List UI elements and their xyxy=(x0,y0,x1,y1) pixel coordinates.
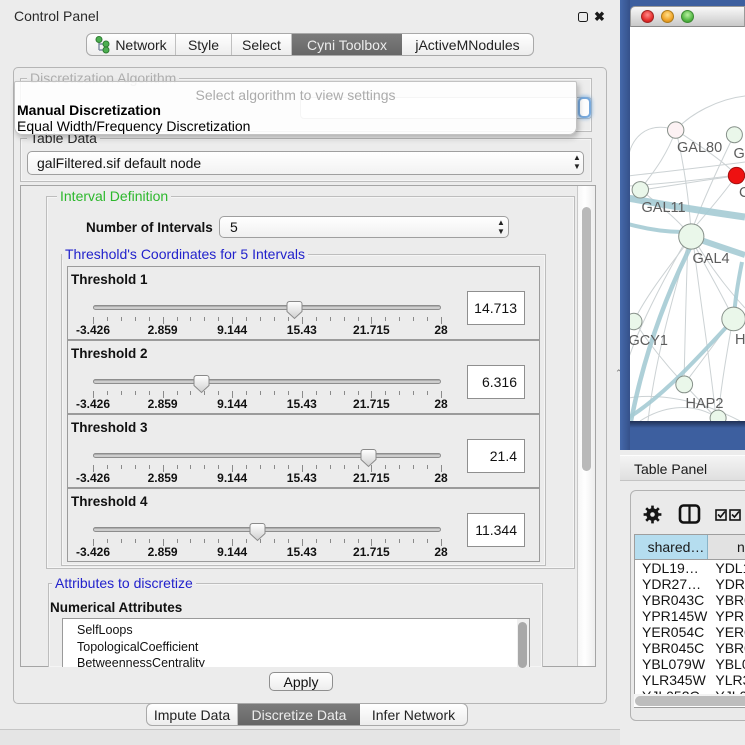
svg-text:HAP2: HAP2 xyxy=(686,396,724,412)
svg-text:GAL11: GAL11 xyxy=(642,200,686,216)
svg-text:GA: GA xyxy=(734,146,745,162)
svg-text:C: C xyxy=(739,185,745,201)
svg-text:H: H xyxy=(735,332,745,348)
svg-text:GAL80: GAL80 xyxy=(677,140,722,156)
svg-text:GAL4: GAL4 xyxy=(693,251,730,267)
svg-text:GCY1: GCY1 xyxy=(630,333,668,349)
